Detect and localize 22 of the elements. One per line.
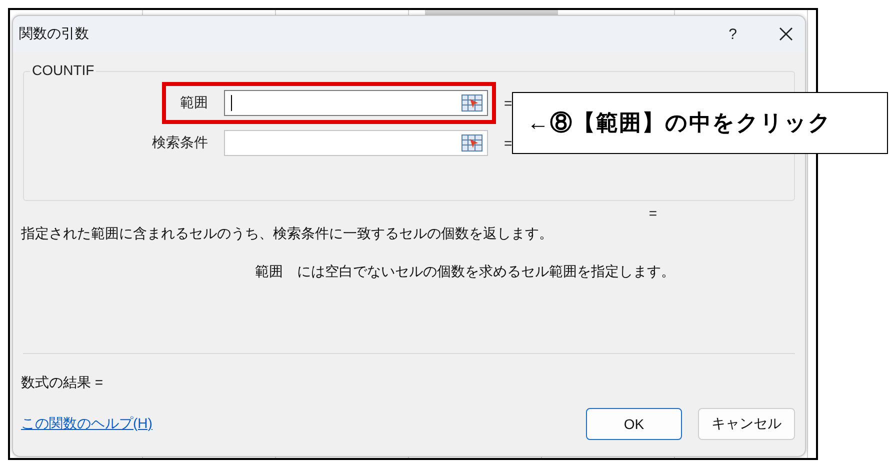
- argument-name: 範囲: [255, 263, 283, 281]
- argument-label: 範囲: [179, 94, 209, 112]
- range-picker-icon[interactable]: [461, 134, 483, 152]
- equals-sign: =: [504, 135, 512, 151]
- formula-result: 数式の結果 =: [21, 374, 104, 392]
- close-icon[interactable]: [779, 27, 793, 41]
- help-link[interactable]: この関数のヘルプ(H): [21, 415, 570, 433]
- ok-button[interactable]: OK: [586, 408, 682, 440]
- cancel-button[interactable]: キャンセル: [698, 408, 795, 440]
- callout-note: ←⑧【範囲】の中をクリック: [512, 92, 888, 154]
- input-field[interactable]: [224, 90, 488, 116]
- function-name: COUNTIF: [30, 62, 96, 78]
- range-picker-icon[interactable]: [461, 94, 483, 112]
- equals-sign: =: [648, 205, 658, 221]
- help-button[interactable]: ?: [728, 26, 737, 42]
- text-cursor: [231, 95, 232, 111]
- equals-sign: =: [504, 95, 512, 111]
- argument-label: 検索条件: [151, 134, 209, 152]
- argument-description: には空白でないセルの個数を求めるセル範囲を指定します。: [297, 263, 675, 281]
- window-title: 関数の引数: [19, 25, 90, 43]
- input-field[interactable]: [224, 130, 488, 156]
- function-description: 指定された範囲に含まれるセルのうち、検索条件に一致するセルの個数を返します。: [21, 225, 554, 243]
